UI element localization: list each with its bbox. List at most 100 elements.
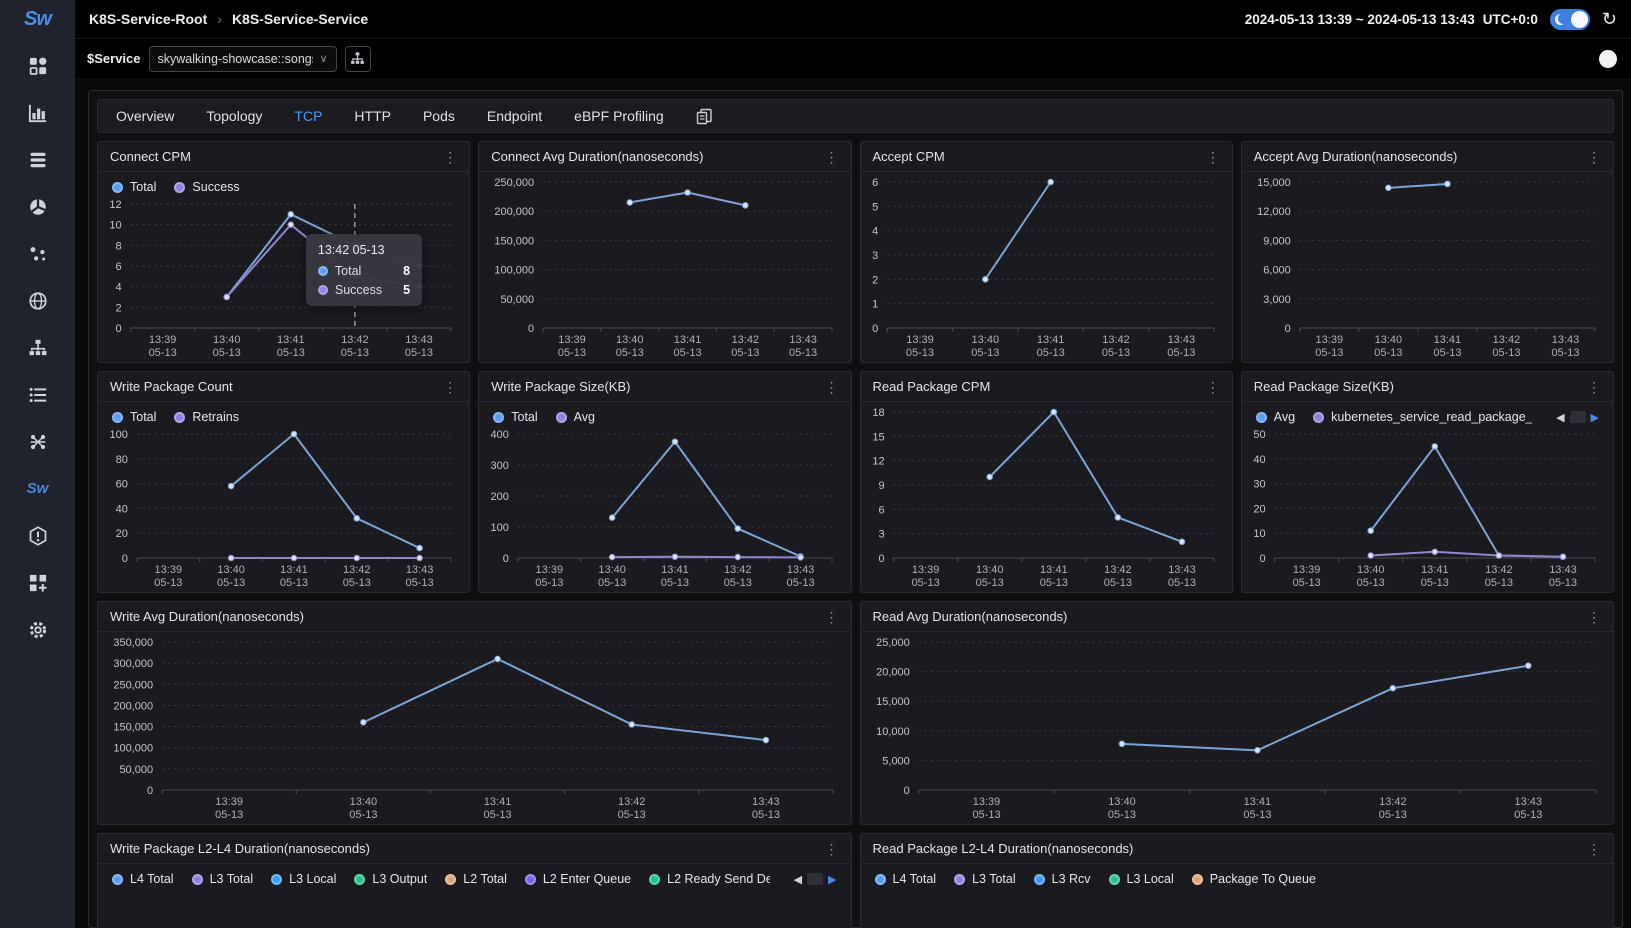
tab-pods[interactable]: Pods bbox=[423, 108, 455, 124]
legend-item[interactable]: Total bbox=[493, 410, 537, 424]
legend-item[interactable]: Total bbox=[112, 180, 156, 194]
copy-tabs-icon[interactable] bbox=[696, 108, 713, 125]
kebab-menu-icon[interactable]: ⋮ bbox=[1587, 842, 1601, 856]
kebab-menu-icon[interactable]: ⋮ bbox=[1206, 150, 1220, 164]
edit-mode-toggle[interactable] bbox=[1599, 50, 1617, 68]
sidebar-item-dashboard[interactable] bbox=[16, 49, 60, 82]
kebab-menu-icon[interactable]: ⋮ bbox=[1587, 150, 1601, 164]
legend-item[interactable]: L3 Local bbox=[1109, 872, 1174, 886]
kebab-menu-icon[interactable]: ⋮ bbox=[1206, 380, 1220, 394]
svg-text:05-13: 05-13 bbox=[535, 577, 563, 589]
line-chart[interactable]: 012345613:3905-1313:4005-1313:4105-1313:… bbox=[861, 172, 1232, 362]
sidebar-item-new-dashboard[interactable] bbox=[16, 566, 60, 599]
line-chart[interactable]: 0102030405013:3905-1313:4005-1313:4105-1… bbox=[1242, 424, 1613, 592]
sidebar-item-alert[interactable] bbox=[16, 519, 60, 552]
kebab-menu-icon[interactable]: ⋮ bbox=[825, 842, 839, 856]
svg-text:13:43: 13:43 bbox=[787, 564, 815, 576]
svg-text:05-13: 05-13 bbox=[483, 809, 511, 821]
svg-text:300,000: 300,000 bbox=[113, 658, 153, 670]
svg-text:05-13: 05-13 bbox=[154, 577, 182, 589]
legend-item[interactable]: L4 Total bbox=[875, 872, 937, 886]
chart-title: Accept CPM bbox=[873, 149, 945, 164]
tab-overview[interactable]: Overview bbox=[116, 108, 174, 124]
svg-text:200: 200 bbox=[491, 491, 509, 503]
legend-item[interactable]: L2 Ready Send Device bbox=[649, 872, 769, 886]
breadcrumb-root[interactable]: K8S-Service-Root bbox=[89, 11, 207, 27]
line-chart[interactable]: 050,000100,000150,000200,000250,000300,0… bbox=[98, 632, 851, 824]
sidebar-item-globe[interactable] bbox=[16, 284, 60, 317]
kebab-menu-icon[interactable]: ⋮ bbox=[1587, 610, 1601, 624]
legend-item[interactable]: L3 Output bbox=[354, 872, 427, 886]
line-chart[interactable]: 010020030040013:3905-1313:4005-1313:4105… bbox=[479, 424, 850, 592]
legend-item[interactable]: L3 Local bbox=[271, 872, 336, 886]
dark-mode-toggle[interactable] bbox=[1550, 9, 1590, 30]
kebab-menu-icon[interactable]: ⋮ bbox=[825, 380, 839, 394]
svg-text:05-13: 05-13 bbox=[1433, 347, 1461, 359]
legend-prev-icon[interactable]: ◀ bbox=[794, 873, 802, 886]
kebab-menu-icon[interactable]: ⋮ bbox=[825, 610, 839, 624]
legend-item[interactable]: Total bbox=[112, 410, 156, 424]
tab-http[interactable]: HTTP bbox=[354, 108, 391, 124]
svg-text:13:39: 13:39 bbox=[972, 796, 1000, 808]
sidebar-item-hierarchy[interactable] bbox=[16, 331, 60, 364]
kebab-menu-icon[interactable]: ⋮ bbox=[1587, 380, 1601, 394]
legend-item[interactable]: L4 Total bbox=[112, 872, 174, 886]
sidebar-item-skywalking[interactable]: Sw bbox=[16, 472, 60, 505]
tab-ebpf-profiling[interactable]: eBPF Profiling bbox=[574, 108, 663, 124]
legend-item[interactable]: Avg bbox=[556, 410, 595, 424]
kebab-menu-icon[interactable]: ⋮ bbox=[443, 150, 457, 164]
legend-item[interactable]: Avg bbox=[1256, 410, 1295, 424]
line-chart[interactable] bbox=[98, 886, 851, 928]
sidebar-item-settings[interactable] bbox=[16, 613, 60, 646]
line-chart[interactable]: 036912151813:3905-1313:4005-1313:4105-13… bbox=[861, 402, 1232, 592]
tab-topology[interactable]: Topology bbox=[206, 108, 262, 124]
svg-text:13:39: 13:39 bbox=[149, 334, 177, 346]
line-chart[interactable]: 05,00010,00015,00020,00025,00013:3905-13… bbox=[861, 632, 1614, 824]
line-chart[interactable]: 02040608010013:3905-1313:4005-1313:4105-… bbox=[98, 424, 469, 592]
service-select[interactable]: skywalking-showcase::songs.s ∨ bbox=[149, 46, 337, 72]
sidebar-item-scatter[interactable] bbox=[16, 237, 60, 270]
svg-text:350,000: 350,000 bbox=[113, 637, 153, 649]
time-range-picker[interactable]: 2024-05-13 13:39 ~ 2024-05-13 13:43 bbox=[1245, 12, 1475, 27]
legend-item[interactable]: Retrains bbox=[174, 410, 239, 424]
sidebar-item-bar-chart[interactable] bbox=[16, 96, 60, 129]
sidebar-item-topology[interactable] bbox=[16, 425, 60, 458]
topology-lookup-button[interactable] bbox=[345, 46, 371, 72]
sidebar-item-layers[interactable] bbox=[16, 143, 60, 176]
svg-text:13:43: 13:43 bbox=[1514, 796, 1542, 808]
svg-text:05-13: 05-13 bbox=[1039, 577, 1067, 589]
legend-item[interactable]: L2 Total bbox=[445, 872, 507, 886]
legend-item[interactable]: kubernetes_service_read_package_size bbox=[1313, 410, 1532, 424]
tab-endpoint[interactable]: Endpoint bbox=[487, 108, 542, 124]
chart-legend: L4 Total L3 Total L3 Local L3 Output L2 Tota… bbox=[98, 864, 851, 886]
svg-text:9: 9 bbox=[878, 480, 884, 492]
svg-text:13:43: 13:43 bbox=[406, 564, 434, 576]
legend-item[interactable]: L3 Total bbox=[192, 872, 254, 886]
line-chart[interactable]: 03,0006,0009,00012,00015,00013:3905-1313… bbox=[1242, 172, 1613, 362]
sidebar-item-pie-chart[interactable] bbox=[16, 190, 60, 223]
line-chart[interactable]: 050,000100,000150,000200,000250,00013:39… bbox=[479, 172, 850, 362]
svg-text:2: 2 bbox=[115, 302, 121, 314]
sidebar-item-list[interactable] bbox=[16, 378, 60, 411]
legend-item[interactable]: Package To Queue bbox=[1192, 872, 1316, 886]
chart-panel: Write Package Count⋮TotalRetrains0204060… bbox=[97, 371, 470, 593]
legend-prev-icon[interactable]: ◀ bbox=[1556, 411, 1564, 424]
legend-item[interactable]: Success bbox=[174, 180, 239, 194]
svg-text:4: 4 bbox=[115, 282, 121, 294]
legend-items: L4 Total L3 Total L3 Rcv L3 Local Package To… bbox=[875, 872, 1600, 886]
svg-text:2: 2 bbox=[872, 274, 878, 286]
line-chart[interactable]: 02468101213:3905-1313:4005-1313:4105-131… bbox=[98, 194, 469, 362]
chart-title: Read Package CPM bbox=[873, 379, 991, 394]
refresh-icon[interactable]: ↻ bbox=[1602, 10, 1617, 28]
legend-dot-icon bbox=[1192, 874, 1203, 885]
tab-tcp[interactable]: TCP bbox=[294, 108, 322, 124]
dashboard-icon bbox=[28, 56, 48, 76]
kebab-menu-icon[interactable]: ⋮ bbox=[825, 150, 839, 164]
legend-item[interactable]: L3 Total bbox=[954, 872, 1016, 886]
legend-item[interactable]: L3 Rcv bbox=[1034, 872, 1091, 886]
legend-next-icon[interactable]: ▶ bbox=[828, 873, 836, 886]
legend-item[interactable]: L2 Enter Queue bbox=[525, 872, 631, 886]
kebab-menu-icon[interactable]: ⋮ bbox=[443, 380, 457, 394]
line-chart[interactable] bbox=[861, 886, 1614, 928]
legend-next-icon[interactable]: ▶ bbox=[1591, 411, 1599, 424]
